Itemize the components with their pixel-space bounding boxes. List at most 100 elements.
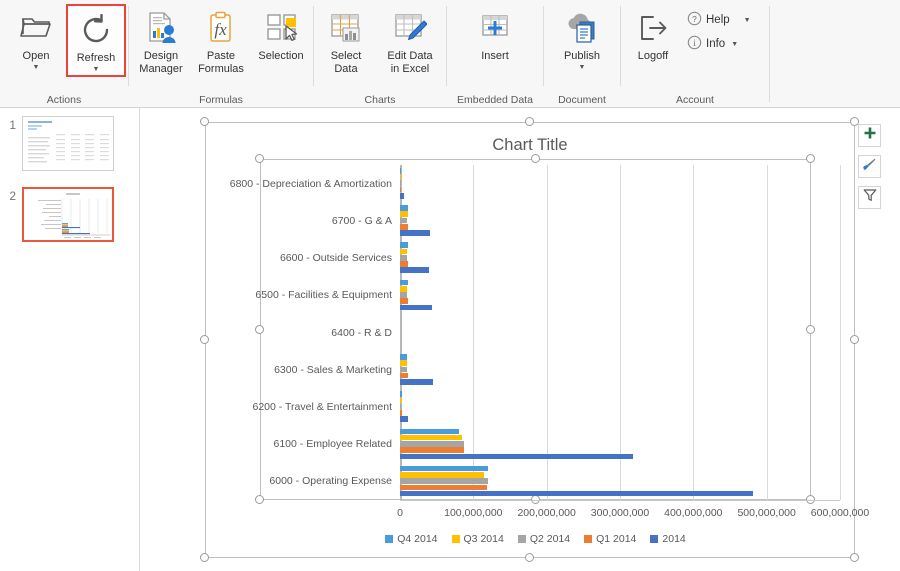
selection-button[interactable]: Selection xyxy=(251,4,311,65)
chart-filters-button[interactable] xyxy=(858,186,881,209)
chart-bar[interactable] xyxy=(400,416,409,422)
chart-bar[interactable] xyxy=(400,354,407,360)
thumb-table-mock xyxy=(28,134,109,163)
chart-legend-item[interactable]: Q3 2014 xyxy=(451,533,504,545)
chart-bar[interactable] xyxy=(400,410,402,416)
chart-bar[interactable] xyxy=(400,366,407,373)
chart-legend[interactable]: Q4 2014 Q3 2014 Q2 2014 Q1 2014 2014 xyxy=(260,533,811,545)
publish-button[interactable]: Publish ▼ xyxy=(552,4,612,73)
publish-cloud-icon xyxy=(564,8,600,48)
publish-caret-icon[interactable]: ▼ xyxy=(579,64,586,71)
chart-bar[interactable] xyxy=(400,372,409,379)
chart-bar[interactable] xyxy=(400,217,408,224)
chart-bar[interactable] xyxy=(400,397,402,404)
chart-legend-item[interactable]: Q2 2014 xyxy=(517,533,570,545)
select-data-button[interactable]: Select Data xyxy=(316,4,376,77)
help-button[interactable]: ? Help ▼ xyxy=(683,8,757,32)
chart-styles-button[interactable] xyxy=(858,155,881,178)
chart-bar[interactable] xyxy=(400,180,401,187)
chart-bar[interactable] xyxy=(400,484,488,491)
insert-table-icon xyxy=(479,8,511,48)
select-data-icon xyxy=(329,8,363,48)
chart-bar[interactable] xyxy=(400,403,402,410)
selection-icon xyxy=(264,8,298,48)
chart-plot-area[interactable]: 6000 - Operating Expense 6100 - Employee … xyxy=(140,108,900,571)
chart-category-label: 6100 - Employee Related xyxy=(273,438,393,451)
chart-elements-button[interactable] xyxy=(858,124,881,147)
chart-bar[interactable] xyxy=(400,379,433,385)
help-caret-icon[interactable]: ▼ xyxy=(744,17,751,24)
chart-bar[interactable] xyxy=(400,174,401,180)
ribbon-group-embedded-data: Insert Embedded Data xyxy=(447,0,543,108)
help-label: Help xyxy=(706,14,730,26)
slide-number-2: 2 xyxy=(9,189,16,203)
chart-bar[interactable] xyxy=(400,261,409,267)
chart-category-label: 6300 - Sales & Marketing xyxy=(274,363,392,376)
ribbon-group-account: Logoff ? Help ▼ i Info ▼ Account xyxy=(621,0,769,108)
slide-thumbnail-image-2[interactable] xyxy=(22,187,114,242)
chart-bar[interactable] xyxy=(400,211,408,218)
slide-thumbnail-image-1[interactable] xyxy=(22,116,114,171)
slide-thumbnail-1[interactable]: 1 xyxy=(0,108,139,171)
ribbon-group-label-charts: Charts xyxy=(364,94,396,106)
chart-bar[interactable] xyxy=(400,267,429,274)
info-label: Info xyxy=(706,38,726,50)
chart-bar[interactable] xyxy=(400,428,460,435)
chart-legend-item[interactable]: Q4 2014 xyxy=(385,533,438,545)
chart-bar[interactable] xyxy=(400,223,409,230)
design-manager-button[interactable]: Design Manager xyxy=(131,4,191,77)
chart-bar[interactable] xyxy=(400,292,408,298)
logoff-button[interactable]: Logoff xyxy=(623,4,683,65)
chart-category-label: 6200 - Travel & Entertainment xyxy=(252,400,393,413)
chart-legend-swatch xyxy=(451,535,460,543)
chart-bar[interactable] xyxy=(400,168,401,174)
chart-bar[interactable] xyxy=(400,248,407,255)
chart-x-axis-line[interactable] xyxy=(400,500,840,501)
chart-bar[interactable] xyxy=(400,186,402,193)
chart-bar[interactable] xyxy=(400,478,488,484)
chart-legend-label: 2014 xyxy=(662,533,686,545)
chart-bar[interactable] xyxy=(400,441,464,447)
chart-bar[interactable] xyxy=(400,242,408,249)
paste-formulas-button[interactable]: fx Paste Formulas xyxy=(191,4,251,77)
chart-bar[interactable] xyxy=(400,192,405,199)
chart-category-label: 6400 - R & D xyxy=(331,326,392,339)
insert-button[interactable]: Insert xyxy=(465,4,525,65)
chart-category-label: 6600 - Outside Services xyxy=(279,252,392,265)
chart-gridline xyxy=(766,165,768,500)
refresh-caret-icon[interactable]: ▼ xyxy=(93,66,100,73)
open-caret-icon[interactable]: ▼ xyxy=(33,64,40,71)
chart-bar[interactable] xyxy=(400,434,463,441)
svg-text:i: i xyxy=(693,38,696,48)
edit-data-in-excel-button[interactable]: Edit Data in Excel xyxy=(376,4,444,77)
chart-bar[interactable] xyxy=(400,453,634,460)
selection-label: Selection xyxy=(258,50,304,62)
info-button[interactable]: i Info ▼ xyxy=(683,32,757,56)
chart-bar[interactable] xyxy=(400,391,402,397)
chart-bar[interactable] xyxy=(400,205,408,211)
chart-legend-item[interactable]: Q1 2014 xyxy=(584,533,636,545)
chart-bar[interactable] xyxy=(400,285,408,292)
chart-legend-item[interactable]: 2014 xyxy=(650,533,686,545)
chart-x-tick-label: 300,000,000 xyxy=(590,507,650,519)
slide-thumbnail-2[interactable]: 2 xyxy=(0,171,139,242)
svg-text:fx: fx xyxy=(214,20,227,39)
info-caret-icon[interactable]: ▼ xyxy=(731,41,738,48)
chart-bar[interactable] xyxy=(400,447,464,453)
chart-bar[interactable] xyxy=(400,254,407,261)
ribbon-group-label-embedded-data: Embedded Data xyxy=(457,94,533,106)
chart-bar[interactable] xyxy=(400,304,432,311)
chart-bar[interactable] xyxy=(400,490,753,497)
chart-bar[interactable] xyxy=(400,230,430,236)
chart-bar[interactable] xyxy=(400,472,485,478)
chart-bar[interactable] xyxy=(400,279,409,286)
chart-bar[interactable] xyxy=(400,298,409,305)
slide-canvas[interactable]: Chart Title 6000 - Operating Expense 6100… xyxy=(140,108,900,571)
chart-legend-swatch xyxy=(584,535,593,543)
chart-bar[interactable] xyxy=(400,465,488,472)
paste-formulas-label: Paste Formulas xyxy=(198,50,244,75)
refresh-button[interactable]: Refresh ▼ xyxy=(66,4,126,77)
slide-thumbnail-pane[interactable]: 1 2 xyxy=(0,108,140,571)
chart-bar[interactable] xyxy=(400,360,407,366)
open-button[interactable]: Open ▼ xyxy=(6,4,66,73)
